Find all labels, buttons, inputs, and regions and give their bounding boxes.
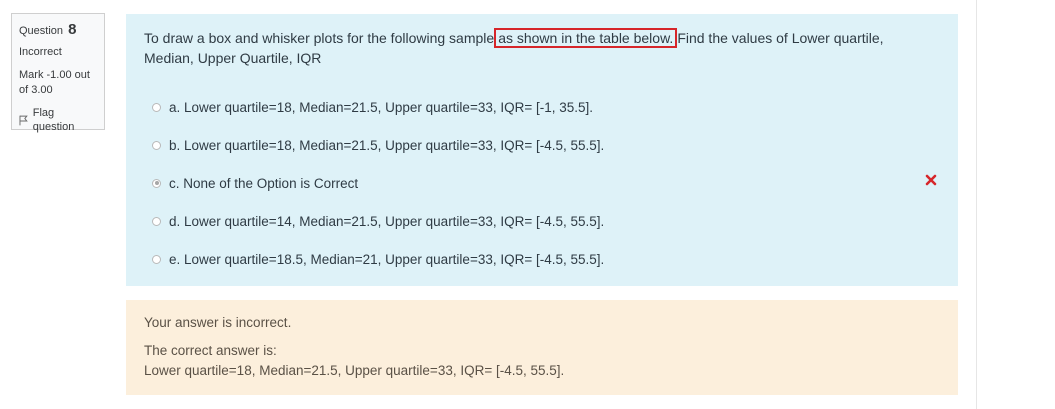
radio-button[interactable] [152,254,161,264]
answer-option-c[interactable]: c. None of the Option is Correct [144,164,940,202]
question-formulation: To draw a box and whisker plots for the … [126,14,958,286]
radio-button[interactable] [152,102,161,112]
answer-option-a[interactable]: a. Lower quartile=18, Median=21.5, Upper… [144,88,940,126]
correct-answer-intro: The correct answer is: [144,343,277,358]
flag-question-label: Flag question [32,107,75,133]
radio-button-selected[interactable] [152,178,161,188]
answer-option-d[interactable]: d. Lower quartile=14, Median=21.5, Upper… [144,202,940,240]
answer-label: a. Lower quartile=18, Median=21.5, Upper… [169,99,594,115]
flag-icon [19,115,28,125]
flag-question-button[interactable]: Flag question [19,106,97,134]
answer-label: b. Lower quartile=18, Median=21.5, Upper… [169,137,605,153]
correct-answer-text: Lower quartile=18, Median=21.5, Upper qu… [144,363,565,378]
radio-button[interactable] [152,216,161,226]
answer-option-b[interactable]: b. Lower quartile=18, Median=21.5, Upper… [144,126,940,164]
quiz-review-page: Question 8 Incorrect Mark -1.00 out of 3… [0,0,1055,409]
question-info: Question 8 Incorrect Mark -1.00 out of 3… [11,13,105,133]
question-number: Question 8 [19,22,97,39]
answer-label: d. Lower quartile=14, Median=21.5, Upper… [169,213,605,229]
answer-option-e[interactable]: e. Lower quartile=18.5, Median=21, Upper… [144,240,940,278]
answer-list: a. Lower quartile=18, Median=21.5, Upper… [144,88,940,278]
question-text-start: To draw a box and whisker plots for the … [144,30,495,46]
highlighted-phrase: as shown in the table below. [494,28,678,48]
answer-label: c. None of the Option is Correct [169,175,359,191]
feedback-panel: Your answer is incorrect. The correct an… [126,300,958,395]
question-label: Question [19,25,64,37]
question-grade: Mark -1.00 out of 3.00 [19,69,90,96]
question-number-value: 8 [68,21,77,38]
incorrect-icon [925,174,937,186]
answer-label: e. Lower quartile=18.5, Median=21, Upper… [169,251,605,267]
radio-button[interactable] [152,140,161,150]
divider [976,0,977,409]
question-text: To draw a box and whisker plots for the … [144,28,934,68]
question-state: Incorrect [19,46,62,58]
feedback-result: Your answer is incorrect. [144,315,292,330]
